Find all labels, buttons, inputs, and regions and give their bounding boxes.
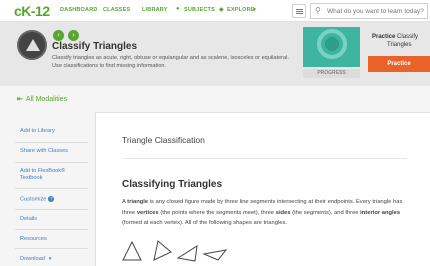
page-description: Classify triangles as acute, right, obtu… xyxy=(52,55,289,69)
sidebar-resources[interactable]: Resources xyxy=(15,230,88,249)
nav-classes[interactable]: CLASSES xyxy=(103,7,130,13)
ck12-logo[interactable]: cK-12 xyxy=(14,3,50,19)
nav-subjects[interactable]: SUBJECTS xyxy=(184,7,215,13)
sidebar-add-to-library[interactable]: Add to Library xyxy=(15,124,88,143)
search-icon: ⚲ xyxy=(315,6,321,15)
download-chevron-icon: ▼ xyxy=(47,256,53,261)
download-label: Download xyxy=(20,256,45,262)
top-nav: cK-12 DASHBOARD CLASSES LIBRARY ● SUBJEC… xyxy=(0,0,430,22)
content-paragraph: A triangle is any closed figure made by … xyxy=(122,199,403,226)
help-icon[interactable]: ? xyxy=(48,196,55,202)
back-arrow-icon: ⇤ xyxy=(17,96,23,103)
triangle-example-2 xyxy=(153,240,172,261)
page-title: Classify Triangles xyxy=(52,41,138,52)
explore-icon: ◆ xyxy=(219,7,224,13)
search-box: ⚲ xyxy=(310,3,428,19)
customize-label: Customize xyxy=(20,196,47,203)
triangle-example-4 xyxy=(202,249,228,261)
practice-title-rest: Classify xyxy=(397,34,419,40)
chevron-down-icon: ▼ xyxy=(252,7,257,13)
menu-button[interactable] xyxy=(292,4,306,18)
section-title: Triangle Classification xyxy=(122,135,205,145)
progress-label: PROGRESS xyxy=(303,69,360,78)
nav-explore[interactable]: EXPLORE xyxy=(227,7,255,13)
previous-concept-button[interactable]: ‹ xyxy=(53,30,64,41)
practice-thumbnail[interactable] xyxy=(303,27,360,67)
subjects-icon: ● xyxy=(176,6,180,12)
nav-library[interactable]: LIBRARY xyxy=(142,7,168,13)
practice-subtitle: Triangles xyxy=(387,42,412,48)
search-input[interactable] xyxy=(327,6,427,17)
sidebar-add-to-flexbook[interactable]: Add to FlexBook® Textbook xyxy=(15,163,88,189)
triangle-example-1 xyxy=(122,240,142,261)
practice-title-bold: Practice xyxy=(372,34,396,40)
flexbook-line-2: Textbook xyxy=(20,175,43,181)
flexbook-line-1: Add to FlexBook® xyxy=(20,168,66,174)
all-modalities-link[interactable]: ⇤ All Modalities xyxy=(17,95,67,103)
practice-button[interactable]: Practice xyxy=(368,56,430,72)
concept-header: ‹ › Classify Triangles Classify triangle… xyxy=(0,22,430,86)
content-heading: Classifying Triangles xyxy=(122,179,223,190)
concept-icon xyxy=(17,30,47,60)
divider xyxy=(122,158,407,159)
sidebar: Add to Library Share with Classes Add to… xyxy=(15,118,88,266)
triangle-examples xyxy=(122,240,228,262)
sidebar-download[interactable]: Download ▼ xyxy=(15,249,88,266)
triangle-example-3 xyxy=(176,245,198,262)
sidebar-customize[interactable]: Customize? xyxy=(15,189,88,210)
sidebar-share-with-classes[interactable]: Share with Classes xyxy=(15,143,88,163)
main-content: Triangle Classification Classifying Tria… xyxy=(95,112,430,266)
next-concept-button[interactable]: › xyxy=(68,30,79,41)
sidebar-details[interactable]: Details xyxy=(15,210,88,230)
practice-title: Practice Classify xyxy=(372,34,418,40)
all-modalities-label: All Modalities xyxy=(25,96,68,103)
nav-dashboard[interactable]: DASHBOARD xyxy=(60,7,98,13)
